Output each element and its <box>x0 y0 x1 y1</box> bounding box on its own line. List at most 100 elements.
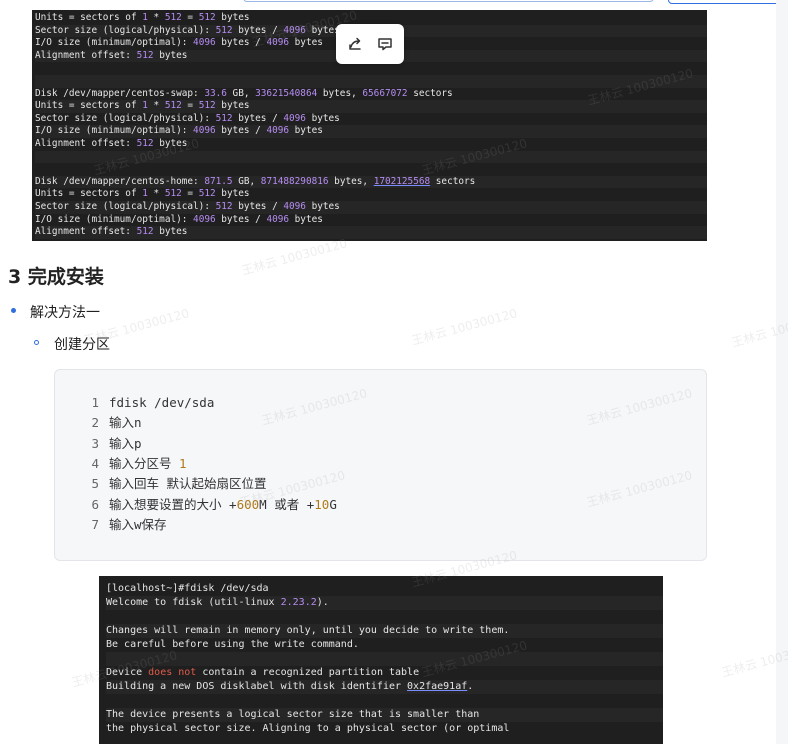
terminal-line: Changes will remain in memory only, unti… <box>106 624 663 638</box>
terminal-text: . <box>467 681 474 692</box>
code-line: 4 输入分区号 1 <box>55 454 186 474</box>
code-text: 输入分区号 <box>109 455 180 471</box>
terminal-text: 512 <box>164 12 182 23</box>
code-text: 输入n <box>109 415 142 431</box>
terminal-text: Units = sectors of <box>35 100 143 112</box>
image-hover-toolbar <box>336 24 404 64</box>
terminal-line: [localhost~]#fdisk /dev/sda <box>106 582 663 596</box>
terminal-text: 2.23.2 <box>280 597 317 608</box>
terminal-text: 512 <box>198 188 216 200</box>
terminal-line: Disk /dev/mapper/centos-home: 871.5 GB, … <box>35 175 707 189</box>
terminal-text: bytes / <box>232 112 284 124</box>
terminal-line: Device does not contain a recognized par… <box>106 666 663 680</box>
scrollbar-track[interactable] <box>776 0 788 744</box>
terminal-line: Sector size (logical/physical): 512 byte… <box>35 200 707 214</box>
terminal-line: I/O size (minimum/optimal): 4096 bytes /… <box>35 214 707 227</box>
line-number: 2 <box>91 415 99 431</box>
terminal-text: the physical sector size. Aligning to a … <box>106 723 510 734</box>
terminal-line <box>35 74 707 88</box>
comment-icon[interactable] <box>377 36 393 52</box>
terminal-text: 512 <box>198 100 216 112</box>
terminal-text: 512 <box>215 24 233 36</box>
terminal-text: I/O size (minimum/optimal): <box>35 125 194 137</box>
terminal-text: 512 <box>136 226 154 238</box>
terminal-text: 4096 <box>266 125 290 137</box>
top-search-field[interactable] <box>243 0 654 2</box>
code-line: 2 输入n <box>55 413 142 433</box>
terminal-text: 1702125568 <box>373 175 431 187</box>
terminal-text: 4096 <box>266 213 290 225</box>
terminal-line: The device presents a logical sector siz… <box>106 708 663 722</box>
terminal-line: Disk /dev/mapper/centos-swap: 33.6 GB, 3… <box>35 88 707 101</box>
terminal-text: = <box>181 188 199 200</box>
terminal-text: bytes <box>153 137 188 149</box>
terminal-line: Units = sectors of 1 * 512 = 512 bytes <box>35 12 707 25</box>
terminal-line: the physical sector size. Aligning to a … <box>106 722 663 736</box>
terminal-text: bytes <box>289 125 323 137</box>
terminal-text: 0x2fae91af <box>407 681 468 692</box>
terminal-text: Units = sectors of <box>35 188 143 200</box>
code-line: 6 输入想要设置的大小 +600M 或者 +10G <box>55 495 337 515</box>
terminal-text: 4096 <box>283 24 306 36</box>
code-text: 输入想要设置的大小 + <box>109 496 237 512</box>
terminal-line: Be careful before using the write comman… <box>106 638 663 652</box>
top-action-button[interactable] <box>668 0 788 4</box>
terminal-text: Device <box>106 667 149 678</box>
terminal-line: I/O size (minimum/optimal): 4096 bytes /… <box>35 125 707 138</box>
terminal-text: * <box>147 188 165 200</box>
terminal-line <box>106 652 663 666</box>
terminal-text: 4096 <box>193 213 216 225</box>
code-text: fdisk /dev/sda <box>109 395 215 410</box>
terminal-text: Changes will remain in memory only, unti… <box>106 625 510 636</box>
terminal-text: GB, <box>232 175 261 187</box>
terminal-line: Building a new DOS disklabel with disk i… <box>106 680 663 694</box>
share-icon[interactable] <box>347 36 363 52</box>
terminal-text: bytes <box>215 100 250 112</box>
terminal-text: 4096 <box>283 200 306 212</box>
line-number: 6 <box>91 496 99 512</box>
terminal-text: I/O size (minimum/optimal): <box>35 37 194 49</box>
terminal-text: bytes <box>305 24 340 36</box>
terminal-line: Welcome to fdisk (util-linux 2.23.2). <box>106 596 663 610</box>
code-text: 输入回车 默认起始扇区位置 <box>109 476 267 492</box>
terminal-text: 4096 <box>266 37 290 49</box>
terminal-text: 33621540864 <box>255 87 318 99</box>
code-line: 7 输入w保存 <box>55 515 167 535</box>
terminal-text: Disk /dev/mapper/centos-home: <box>35 175 205 187</box>
terminal-text: bytes / <box>215 37 267 49</box>
terminal-text: = <box>181 12 199 23</box>
terminal-text: Sector size (logical/physical): <box>35 24 216 36</box>
terminal-line <box>35 150 707 164</box>
terminal-text: The device presents a logical sector siz… <box>106 709 480 720</box>
terminal-text: bytes / <box>232 24 284 36</box>
code-line: 1 fdisk /dev/sda <box>55 393 214 413</box>
code-text: 10 <box>314 496 330 512</box>
code-text: 输入p <box>109 435 142 451</box>
list-item-create-partition: 创建分区 <box>54 337 110 353</box>
terminal-text: Be careful before using the write comman… <box>106 639 359 650</box>
terminal-text: bytes, <box>328 175 374 187</box>
code-text: 600 <box>236 496 260 512</box>
terminal-text: * <box>147 12 165 23</box>
terminal-text: contain a recognized partition table <box>196 667 420 678</box>
code-text: G <box>329 496 337 512</box>
code-text: 输入w保存 <box>109 516 167 532</box>
terminal-text: Welcome to fdisk (util-linux <box>106 597 281 608</box>
terminal-text: bytes <box>289 213 323 225</box>
terminal-text: Alignment offset: <box>35 226 137 238</box>
code-text: M 或者 + <box>259 496 315 512</box>
terminal-text: bytes, <box>317 87 363 99</box>
terminal-text: Disk /dev/mapper/centos-swap: <box>35 87 205 99</box>
terminal-text: 4096 <box>193 125 216 137</box>
watermark-text: 王林云 100300120 <box>410 306 519 348</box>
terminal-text: 512 <box>136 49 154 61</box>
terminal-text: Alignment offset: <box>35 49 137 61</box>
line-number: 4 <box>91 455 99 471</box>
terminal-text: bytes <box>215 12 250 23</box>
line-number: 3 <box>91 435 99 451</box>
terminal-text: does not <box>148 667 197 678</box>
line-number: 7 <box>91 516 99 532</box>
terminal-text: 512 <box>198 12 216 23</box>
